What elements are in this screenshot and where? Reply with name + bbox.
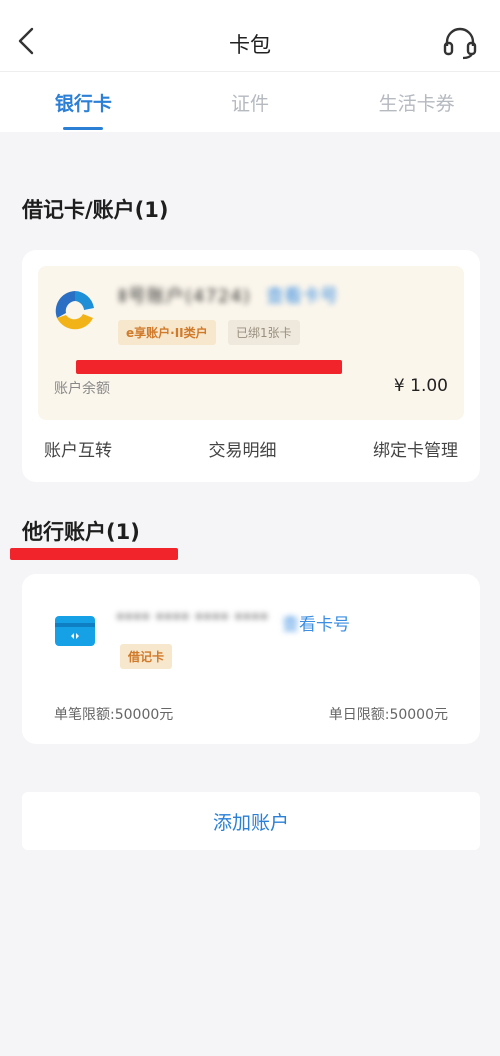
daily-limit: 单日限额:50000元 <box>328 707 448 723</box>
headset-icon[interactable] <box>442 26 478 60</box>
balance-value: ¥ 1.00 <box>393 376 448 396</box>
view-link-blurred-part: 查 <box>282 615 299 635</box>
transaction-details-button[interactable]: 交易明细 <box>209 436 277 480</box>
annotation-underline <box>10 548 178 560</box>
tab-life-coupons[interactable]: 生活卡券 <box>333 72 500 132</box>
tab-certificates[interactable]: 证件 <box>167 72 334 132</box>
view-link-text: 看卡号 <box>299 615 350 635</box>
account-name: Ⅱ号账户(4724) <box>118 286 251 307</box>
debit-section-title: 借记卡/账户(1) <box>22 198 169 222</box>
card-actions: 账户互转 交易明细 绑定卡管理 <box>22 436 480 480</box>
transfer-button[interactable]: 账户互转 <box>44 436 112 480</box>
balance-label: 账户余额 <box>54 381 110 397</box>
account-summary[interactable]: Ⅱ号账户(4724) 查看卡号 e享账户·II类户 已绑1张卡 账户余额 ¥ 1… <box>38 266 464 420</box>
bound-card-management-button[interactable]: 绑定卡管理 <box>373 436 458 480</box>
debit-card-tag: 借记卡 <box>120 644 173 669</box>
other-bank-section-title: 他行账户(1) <box>22 520 140 544</box>
bank-logo-icon <box>55 291 94 330</box>
page-title: 卡包 <box>229 32 271 57</box>
view-card-number-link[interactable]: 查看卡号 <box>266 282 338 308</box>
top-nav-bar: 卡包 <box>0 0 500 72</box>
tab-bank-card[interactable]: 银行卡 <box>0 72 167 132</box>
bound-cards-tag: 已绑1张卡 <box>228 320 300 345</box>
annotation-mark <box>76 360 342 374</box>
account-type-tag: e享账户·II类户 <box>118 320 216 345</box>
bank-card-icon <box>55 616 95 646</box>
other-bank-account-card[interactable]: **** **** **** **** 查看卡号 借记卡 单笔限额:50000元… <box>22 574 480 744</box>
card-number: **** **** **** **** <box>116 610 269 630</box>
single-limit: 单笔限额:50000元 <box>54 707 174 723</box>
chevron-left-icon[interactable] <box>14 26 40 56</box>
add-account-button[interactable]: 添加账户 <box>22 792 480 850</box>
debit-account-card[interactable]: Ⅱ号账户(4724) 查看卡号 e享账户·II类户 已绑1张卡 账户余额 ¥ 1… <box>22 250 480 482</box>
view-card-number-link[interactable]: 查看卡号 <box>282 610 350 635</box>
tab-bar: 银行卡 证件 生活卡券 <box>0 72 500 132</box>
